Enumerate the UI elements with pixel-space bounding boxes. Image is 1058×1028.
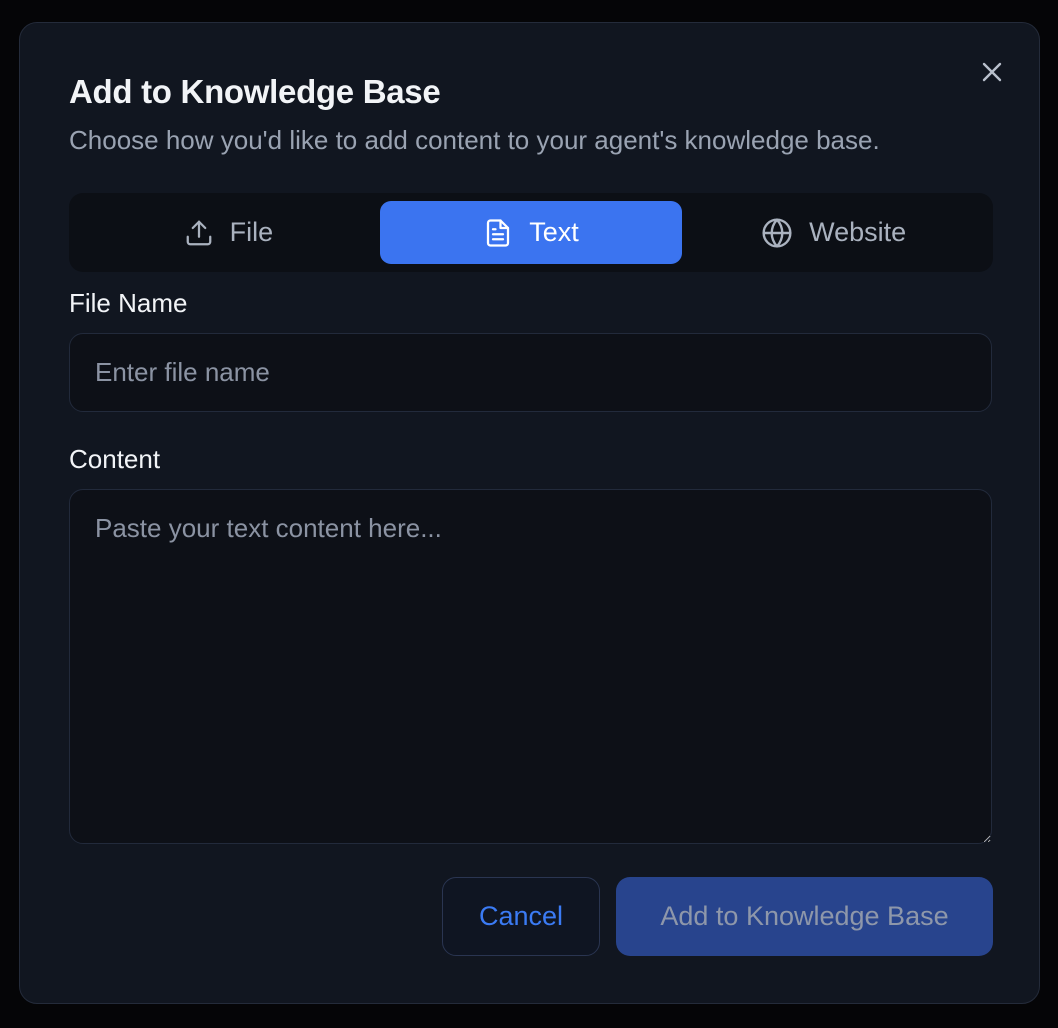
- close-icon: [982, 62, 1002, 82]
- document-icon: [487, 218, 510, 247]
- content-textarea[interactable]: [69, 489, 992, 844]
- tab-file-label: File: [229, 217, 274, 247]
- dialog-subtitle: Choose how you'd like to add content to …: [69, 125, 880, 155]
- dialog-title: Add to Knowledge Base: [69, 73, 441, 110]
- upload-icon: [186, 220, 211, 245]
- tab-text-label: Text: [529, 217, 579, 247]
- tab-website[interactable]: Website: [682, 201, 985, 264]
- cancel-button[interactable]: Cancel: [442, 877, 600, 956]
- add-to-knowledge-base-button[interactable]: Add to Knowledge Base: [616, 877, 993, 956]
- close-button[interactable]: [976, 56, 1008, 88]
- content-label: Content: [69, 444, 161, 474]
- file-name-label: File Name: [69, 288, 188, 318]
- source-tabs: File Text Website: [69, 193, 993, 272]
- add-knowledge-dialog: Add to Knowledge Base Choose how you'd l…: [19, 22, 1040, 1004]
- tab-file[interactable]: File: [77, 201, 380, 264]
- tab-text[interactable]: Text: [379, 201, 683, 264]
- file-name-input[interactable]: [69, 333, 992, 412]
- tab-website-label: Website: [809, 217, 907, 247]
- globe-icon: [762, 217, 792, 248]
